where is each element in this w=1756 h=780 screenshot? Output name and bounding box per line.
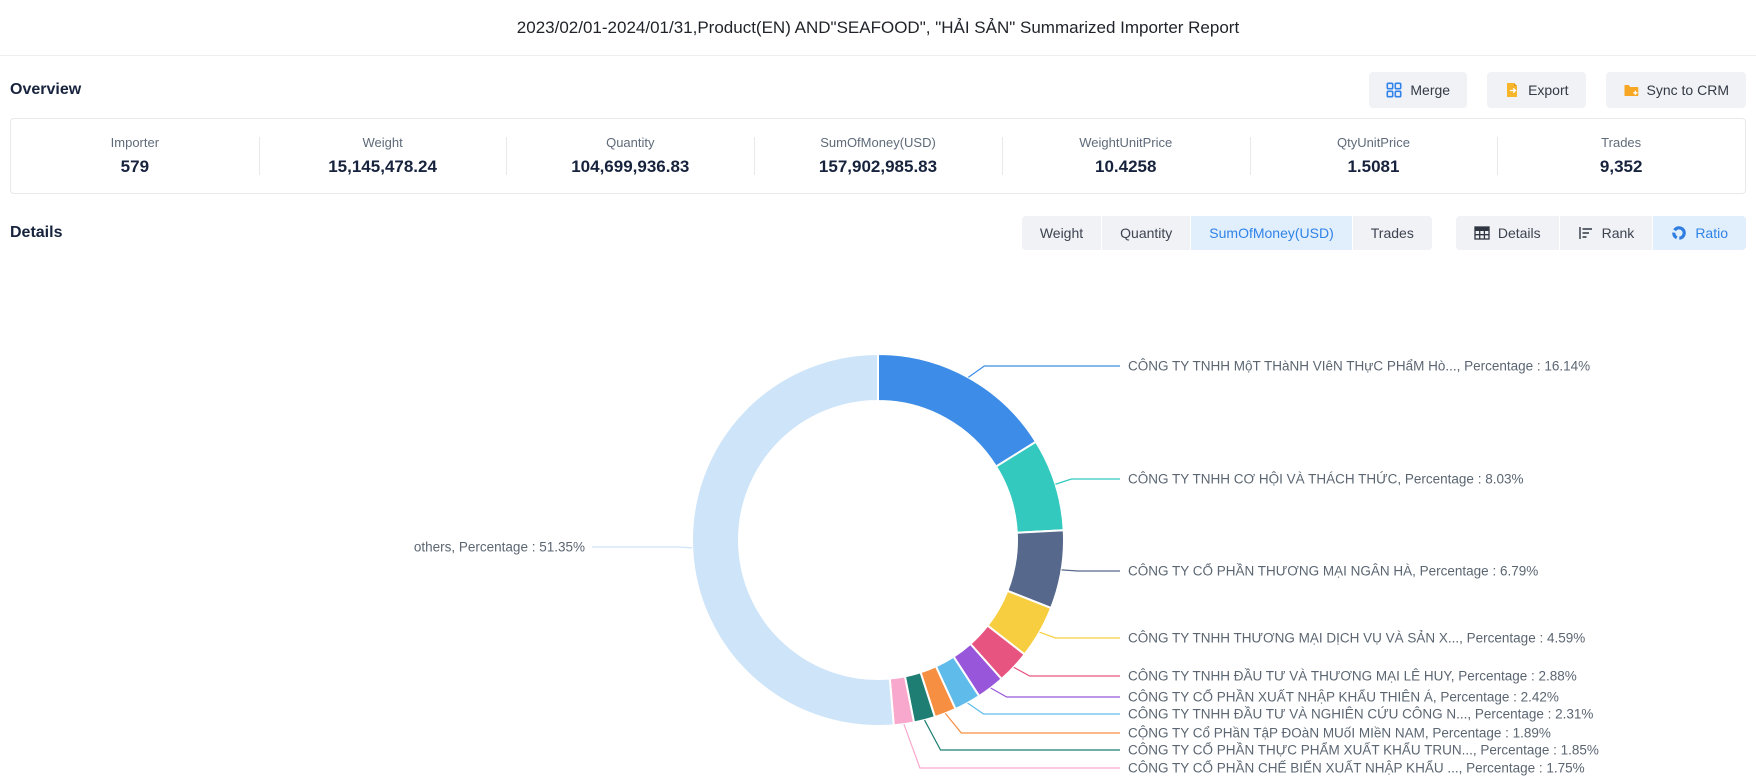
pie-label-3: CÔNG TY TNHH THƯƠNG MẠI DỊCH VỤ VÀ SẢN X… [1128, 631, 1585, 646]
sync-button-label: Sync to CRM [1647, 82, 1729, 98]
tab-weight[interactable]: Weight [1022, 216, 1101, 250]
pie-label-5: CÔNG TY CỔ PHẦN XUẤT NHẬP KHẨU THIÊN Á, … [1128, 690, 1559, 705]
export-button[interactable]: Export [1487, 72, 1585, 108]
stat-value: 15,145,478.24 [328, 157, 437, 177]
tab-trades[interactable]: Trades [1353, 216, 1432, 250]
ratio-chart: CÔNG TY TNHH MộT THàNH VIêN THựC PHẩM Hò… [0, 256, 1756, 778]
leader-line-2 [1062, 570, 1120, 571]
stat-value: 9,352 [1600, 157, 1643, 177]
view-tab-ratio[interactable]: Ratio [1653, 216, 1746, 250]
tab-label: Trades [1371, 225, 1414, 241]
stat-label: Quantity [606, 135, 654, 150]
export-icon [1504, 82, 1520, 98]
export-button-label: Export [1528, 82, 1568, 98]
stat-value: 10.4258 [1095, 157, 1156, 177]
stat-weightunitprice: WeightUnitPrice 10.4258 [1002, 119, 1250, 193]
pie-label-2: CÔNG TY CỔ PHẦN THƯƠNG MẠI NGÂN HÀ, Perc… [1128, 564, 1538, 579]
sync-button[interactable]: Sync to CRM [1606, 72, 1746, 108]
pie-label-6: CÔNG TY TNHH ĐẦU TƯ VÀ NGHIÊN CỨU CÔNG N… [1128, 707, 1593, 722]
pie-slice-0[interactable] [878, 354, 1036, 467]
overview-header-row: Overview Merge Export Sync to CRM [0, 70, 1756, 110]
stat-quantity: Quantity 104,699,936.83 [506, 119, 754, 193]
metric-tabs: Weight Quantity SumOfMoney(USD) Trades [1022, 216, 1432, 250]
stat-weight: Weight 15,145,478.24 [259, 119, 507, 193]
tab-label: Weight [1040, 225, 1083, 241]
stat-label: Weight [362, 135, 402, 150]
stat-label: SumOfMoney(USD) [820, 135, 936, 150]
leader-line-6 [968, 703, 1120, 714]
view-tabs: Details Rank Ratio [1456, 216, 1746, 250]
leader-line-8 [925, 720, 1120, 750]
stat-importer: Importer 579 [11, 119, 259, 193]
tab-label: Details [1498, 225, 1541, 241]
overview-stats-card: Importer 579 Weight 15,145,478.24 Quantity 10… [10, 118, 1746, 194]
title-bar: 2023/02/01-2024/01/31,Product(EN) AND"SE… [0, 0, 1756, 56]
pie-label-0: CÔNG TY TNHH MộT THàNH VIêN THựC PHẩM Hò… [1128, 359, 1590, 374]
stat-trades: Trades 9,352 [1497, 119, 1745, 193]
overview-actions: Merge Export Sync to CRM [1369, 72, 1746, 108]
stat-label: Trades [1601, 135, 1641, 150]
details-tab-strip: Weight Quantity SumOfMoney(USD) Trades Deta… [1022, 216, 1746, 250]
merge-button-label: Merge [1410, 82, 1450, 98]
leader-line-0 [968, 366, 1120, 377]
view-tab-rank[interactable]: Rank [1560, 216, 1653, 250]
tab-quantity[interactable]: Quantity [1102, 216, 1190, 250]
leader-line-others [592, 547, 692, 548]
pie-label-others: others, Percentage : 51.35% [414, 540, 585, 555]
table-icon [1474, 226, 1490, 240]
tab-label: Rank [1602, 225, 1635, 241]
leader-line-7 [945, 713, 1120, 733]
stat-value: 157,902,985.83 [819, 157, 937, 177]
stat-value: 1.5081 [1347, 157, 1399, 177]
tab-sumofmoney-usd-[interactable]: SumOfMoney(USD) [1191, 216, 1351, 250]
overview-heading: Overview [10, 81, 81, 99]
stat-label: Importer [111, 135, 159, 150]
pie-label-8: CÔNG TY CỔ PHẦN THỰC PHẨM XUẤT KHẨU TRUN… [1128, 743, 1599, 758]
leader-line-1 [1055, 479, 1120, 484]
stat-value: 579 [121, 157, 149, 177]
details-heading: Details [10, 224, 62, 242]
pie-label-9: CÔNG TY CỔ PHẦN CHẾ BIẾN XUẤT NHẬP KHẨU … [1128, 761, 1585, 776]
leader-line-4 [1014, 667, 1120, 676]
leader-line-9 [904, 724, 1120, 768]
details-header-row: Details Weight Quantity SumOfMoney(USD) Tra… [0, 214, 1756, 252]
tab-label: SumOfMoney(USD) [1209, 225, 1333, 241]
donut-chart-svg: CÔNG TY TNHH MộT THàNH VIêN THựC PHẩM Hò… [0, 256, 1756, 778]
pie-label-4: CÔNG TY TNHH ĐẦU TƯ VÀ THƯƠNG MẠI LÊ HUY… [1128, 669, 1577, 684]
view-tab-details[interactable]: Details [1456, 216, 1559, 250]
pie-slice-others[interactable] [692, 354, 894, 726]
stat-value: 104,699,936.83 [571, 157, 689, 177]
sync-to-crm-icon [1623, 82, 1639, 98]
stat-label: WeightUnitPrice [1079, 135, 1172, 150]
tab-label: Quantity [1120, 225, 1172, 241]
leader-line-5 [991, 688, 1120, 697]
pie-label-7: CỘNG TY Cổ PHầN TậP ĐOàN MUốI MIềN NAM, … [1128, 726, 1551, 741]
leader-line-3 [1040, 632, 1120, 638]
stat-qtyunitprice: QtyUnitPrice 1.5081 [1250, 119, 1498, 193]
merge-icon [1386, 82, 1402, 98]
donut-icon [1671, 225, 1687, 241]
tab-label: Ratio [1695, 225, 1728, 241]
merge-button[interactable]: Merge [1369, 72, 1467, 108]
pie-label-1: CÔNG TY TNHH CƠ HỘI VÀ THÁCH THỨC, Perce… [1128, 472, 1523, 487]
rank-icon [1578, 226, 1594, 240]
page-title: 2023/02/01-2024/01/31,Product(EN) AND"SE… [517, 18, 1239, 38]
stat-sumofmoney-usd-: SumOfMoney(USD) 157,902,985.83 [754, 119, 1002, 193]
stat-label: QtyUnitPrice [1337, 135, 1410, 150]
